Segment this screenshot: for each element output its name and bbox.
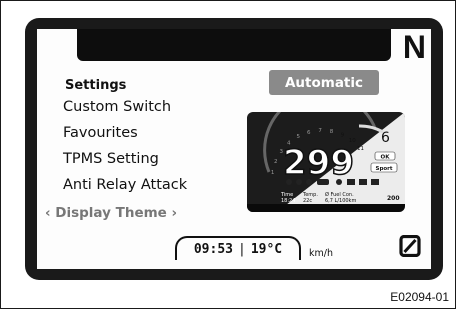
preview-info-value-fuel: 6,7 L/100km xyxy=(325,198,356,204)
preview-rpm-tick: 11 xyxy=(357,146,364,152)
top-status-bar xyxy=(77,29,391,61)
menu-item-favourites[interactable]: Favourites xyxy=(63,125,138,141)
time-temp-bar: 09:53 | 19°C xyxy=(175,236,301,260)
temperature-readout: 19°C xyxy=(250,241,283,257)
preview-rpm-tick: 8 xyxy=(330,129,334,135)
time-temp-separator: | xyxy=(238,241,246,257)
preview-info-label-fuel: Ø Fuel Con. xyxy=(325,191,354,198)
zero-state-icon xyxy=(399,235,421,257)
preview-info-value-temp: 22c xyxy=(303,198,312,204)
preview-info-value-time: 18:24 xyxy=(281,198,295,204)
preview-rpm-tick: 2 xyxy=(274,159,278,165)
preview-rpm-tick: 5 xyxy=(296,134,300,140)
clock-readout: 09:53 xyxy=(193,241,233,257)
dashboard-screen: N Settings Custom Switch Favourites TPMS… xyxy=(37,29,431,269)
menu-item-anti-relay-attack[interactable]: Anti Relay Attack xyxy=(63,177,187,193)
preview-badge-ok: OK xyxy=(381,155,391,161)
speed-unit: km/h xyxy=(309,248,333,259)
preview-rpm-tick: 7 xyxy=(318,128,322,134)
preview-rpm-tick: 6 xyxy=(307,130,311,136)
theme-mode-button[interactable]: Automatic xyxy=(269,70,379,95)
figure-frame: N Settings Custom Switch Favourites TPMS… xyxy=(0,0,456,309)
preview-badge-mode: Sport xyxy=(375,166,392,172)
dashboard-bezel: N Settings Custom Switch Favourites TPMS… xyxy=(25,18,443,280)
preview-rpm-tick: 1 xyxy=(271,170,275,176)
theme-preview-thumbnail: 123456 7 891011 299 6 OK Sport Time Temp. … xyxy=(247,112,405,212)
preview-speed: 299 xyxy=(283,143,354,183)
preview-odo: 200 xyxy=(387,195,400,202)
preview-rpm-tick: 9 xyxy=(341,132,345,138)
settings-title: Settings xyxy=(65,78,127,93)
gear-indicator: N xyxy=(402,29,426,65)
menu-item-custom-switch[interactable]: Custom Switch xyxy=(63,99,171,115)
figure-reference-code: E02094-01 xyxy=(390,290,449,304)
menu-item-display-theme[interactable]: ‹ Display Theme › xyxy=(45,205,177,221)
preview-gear: 6 xyxy=(381,130,390,146)
menu-item-tpms-setting[interactable]: TPMS Setting xyxy=(63,151,159,167)
